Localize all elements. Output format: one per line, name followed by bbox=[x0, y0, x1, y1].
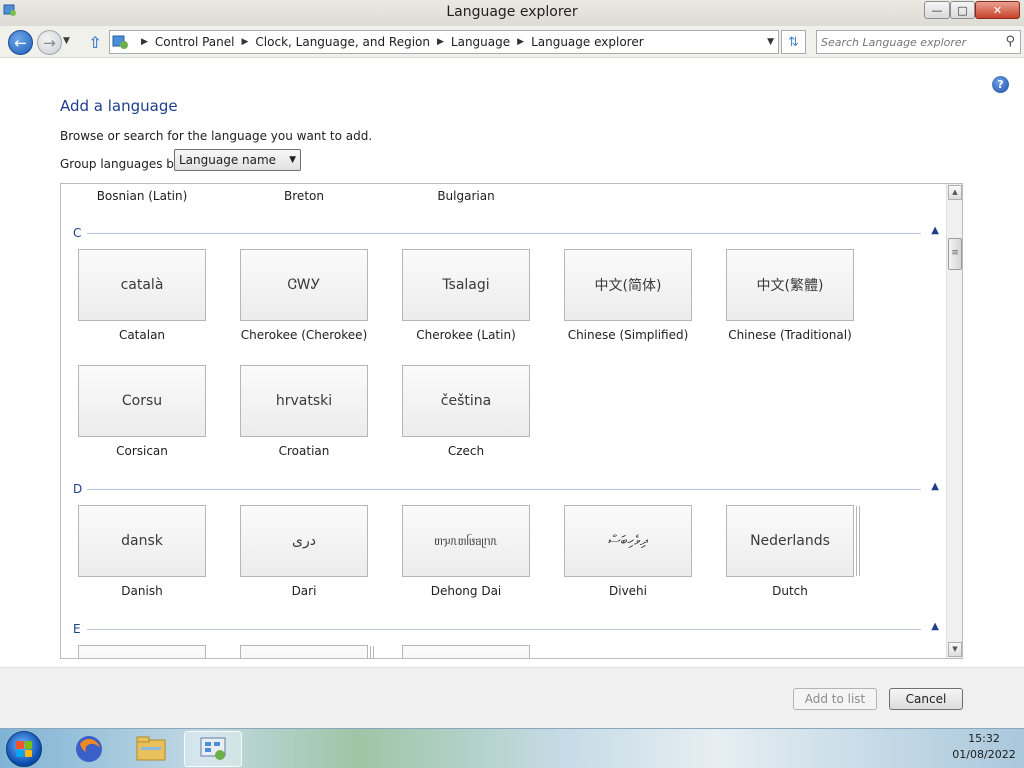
language-tile[interactable] bbox=[402, 645, 530, 658]
add-to-list-button[interactable]: Add to list bbox=[793, 688, 877, 710]
cancel-button[interactable]: Cancel bbox=[889, 688, 963, 710]
back-button[interactable]: ← bbox=[8, 30, 33, 55]
up-arrow-icon[interactable]: ⇧ bbox=[86, 33, 104, 52]
language-tile[interactable] bbox=[240, 645, 368, 658]
group-header-d: D ▲ bbox=[61, 481, 941, 496]
refresh-button[interactable]: ⇅ bbox=[781, 30, 806, 54]
search-box[interactable]: ⚲ bbox=[816, 30, 1021, 54]
breadcrumb-clock-language-region[interactable]: Clock, Language, and Region bbox=[255, 35, 430, 49]
language-tile-croatian[interactable]: hrvatski bbox=[240, 365, 368, 437]
language-tile-corsican[interactable]: Corsu bbox=[78, 365, 206, 437]
vertical-scrollbar[interactable]: ▲ ≡ ▼ bbox=[946, 184, 962, 658]
forward-button[interactable]: → bbox=[37, 30, 62, 55]
group-header-c: C ▲ bbox=[61, 225, 941, 240]
language-caption: Chinese (Traditional) bbox=[728, 328, 852, 342]
language-caption: Cherokee (Latin) bbox=[416, 328, 516, 342]
language-caption: Divehi bbox=[609, 584, 647, 598]
firefox-icon[interactable] bbox=[63, 731, 115, 767]
collapse-icon[interactable]: ▲ bbox=[931, 481, 939, 492]
taskbar: 15:32 01/08/2022 bbox=[0, 728, 1024, 768]
chevron-right-icon[interactable]: ▶ bbox=[242, 37, 249, 47]
language-caption: Dutch bbox=[772, 584, 808, 598]
language-tile-cherokee-cherokee[interactable]: ᏣᎳᎩ bbox=[240, 249, 368, 321]
navigation-bar: ← → ▼ ⇧ ▶ Control Panel ▶ Clock, Languag… bbox=[0, 26, 1024, 58]
chevron-right-icon[interactable]: ▶ bbox=[437, 37, 444, 47]
group-letter: D bbox=[73, 482, 83, 496]
language-caption: Corsican bbox=[116, 444, 168, 458]
language-caption: Catalan bbox=[118, 328, 166, 342]
page-title: Add a language bbox=[60, 97, 178, 115]
language-caption[interactable]: Bosnian (Latin) bbox=[77, 189, 207, 203]
help-icon[interactable]: ? bbox=[992, 76, 1009, 93]
address-bar[interactable]: ▶ Control Panel ▶ Clock, Language, and R… bbox=[109, 30, 779, 54]
window-title: Language explorer bbox=[446, 4, 578, 20]
language-tile-chinese-simplified[interactable]: 中文(简体) bbox=[564, 249, 692, 321]
language-caption: Croatian bbox=[278, 444, 330, 458]
search-input[interactable] bbox=[821, 34, 996, 50]
clock-time: 15:32 bbox=[968, 732, 1000, 745]
close-button[interactable]: ✕ bbox=[975, 1, 1020, 19]
chevron-down-icon[interactable]: ▼ bbox=[767, 37, 774, 47]
search-icon[interactable]: ⚲ bbox=[1005, 34, 1015, 49]
breadcrumb-language-explorer[interactable]: Language explorer bbox=[531, 35, 644, 49]
language-caption[interactable]: Breton bbox=[239, 189, 369, 203]
language-tile-cherokee-latin[interactable]: Tsalagi bbox=[402, 249, 530, 321]
group-divider bbox=[87, 489, 921, 490]
language-caption: Chinese (Simplified) bbox=[567, 328, 689, 342]
group-letter: E bbox=[73, 622, 81, 636]
collapse-icon[interactable]: ▲ bbox=[931, 225, 939, 236]
page-description: Browse or search for the language you wa… bbox=[60, 129, 373, 143]
scroll-down-button[interactable]: ▼ bbox=[948, 642, 962, 657]
maximize-button[interactable]: □ bbox=[950, 1, 975, 19]
language-caption[interactable]: Bulgarian bbox=[401, 189, 531, 203]
language-tile-chinese-traditional[interactable]: 中文(繁體) bbox=[726, 249, 854, 321]
group-divider bbox=[87, 233, 921, 234]
language-caption: Cherokee (Cherokee) bbox=[240, 328, 368, 342]
language-tile-dari[interactable]: درى bbox=[240, 505, 368, 577]
chevron-right-icon[interactable]: ▶ bbox=[517, 37, 524, 47]
language-list: Bosnian (Latin) Breton Bulgarian C ▲ cat… bbox=[60, 183, 963, 659]
language-tile-czech[interactable]: čeština bbox=[402, 365, 530, 437]
language-caption: Danish bbox=[121, 584, 163, 598]
breadcrumb: ▶ Control Panel ▶ Clock, Language, and R… bbox=[134, 35, 644, 49]
file-explorer-icon[interactable] bbox=[125, 731, 177, 767]
chevron-right-icon: ▶ bbox=[141, 37, 148, 47]
scroll-up-button[interactable]: ▲ bbox=[948, 185, 962, 200]
group-letter: C bbox=[73, 226, 82, 240]
chevron-down-icon[interactable]: ▼ bbox=[289, 155, 296, 165]
language-tile-danish[interactable]: dansk bbox=[78, 505, 206, 577]
language-tile-dehong-dai[interactable]: ᥖᥭᥰᥖᥬᥳᥑᥨᥒᥰ bbox=[402, 505, 530, 577]
start-button[interactable] bbox=[6, 731, 42, 767]
scrollbar-thumb[interactable]: ≡ bbox=[948, 238, 962, 270]
breadcrumb-control-panel[interactable]: Control Panel bbox=[155, 35, 235, 49]
recent-pages-dropdown[interactable]: ▼ bbox=[63, 36, 70, 46]
language-caption: Czech bbox=[447, 444, 485, 458]
group-header-e: E ▲ bbox=[61, 621, 941, 636]
language-tile-catalan[interactable]: català bbox=[78, 249, 206, 321]
language-tile-dutch[interactable]: Nederlands bbox=[726, 505, 854, 577]
dialog-footer: Add to list Cancel bbox=[0, 667, 1024, 728]
windows-logo-icon bbox=[16, 741, 32, 757]
language-caption: Dehong Dai bbox=[430, 584, 502, 598]
language-caption: Dari bbox=[291, 584, 317, 598]
group-by-select[interactable]: Language name ▼ bbox=[174, 149, 301, 171]
title-bar: Language explorer — □ ✕ bbox=[0, 0, 1024, 26]
language-tile[interactable] bbox=[78, 645, 206, 658]
minimize-button[interactable]: — bbox=[924, 1, 950, 19]
control-panel-taskbar-icon[interactable] bbox=[184, 731, 242, 767]
system-clock[interactable]: 15:32 01/08/2022 bbox=[944, 731, 1024, 767]
clock-date: 01/08/2022 bbox=[952, 748, 1016, 761]
group-divider bbox=[87, 629, 921, 630]
breadcrumb-language[interactable]: Language bbox=[451, 35, 510, 49]
language-tile-divehi[interactable]: ދިވެހިބަސް bbox=[564, 505, 692, 577]
group-by-label: Group languages by: bbox=[60, 157, 185, 171]
collapse-icon[interactable]: ▲ bbox=[931, 621, 939, 632]
group-by-value: Language name bbox=[179, 153, 277, 167]
control-panel-icon bbox=[112, 35, 128, 49]
